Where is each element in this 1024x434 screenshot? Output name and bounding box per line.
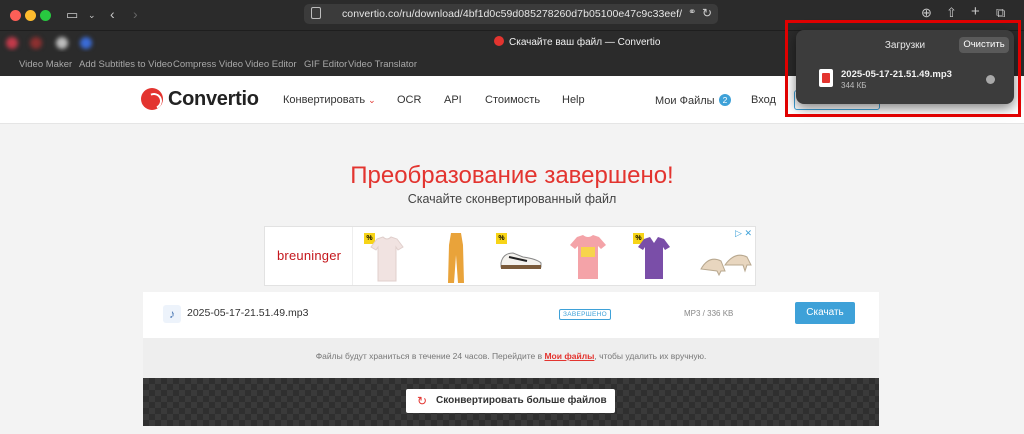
discount-badge: % xyxy=(496,233,507,244)
nav-my-files[interactable]: Мои Файлы 2 xyxy=(655,94,732,107)
heels-product-image[interactable] xyxy=(699,241,753,277)
sneakers-product-image[interactable] xyxy=(499,247,543,271)
convertio-logo-icon[interactable] xyxy=(141,88,163,110)
active-tab[interactable]: Скачайте ваш файл — Convertio xyxy=(494,36,660,48)
share-icon[interactable]: ⇧ xyxy=(946,6,957,20)
pinned-tab[interactable] xyxy=(80,37,92,49)
notice-text-after: , чтобы удалить их вручную. xyxy=(594,351,707,361)
tab-overview-icon[interactable]: ⧉ xyxy=(996,6,1005,20)
ad-banner[interactable]: breuninger ▷ ✕ % % % xyxy=(264,226,756,286)
convert-more-button[interactable]: ↻ Сконвертировать больше файлов xyxy=(406,389,615,413)
nav-link-video-maker[interactable]: Video Maker xyxy=(19,59,72,70)
sidebar-icon[interactable]: ▭ xyxy=(66,8,78,22)
redo-icon: ↻ xyxy=(417,394,428,408)
nav-ocr[interactable]: OCR xyxy=(397,94,421,106)
nav-link-compress-video[interactable]: Compress Video xyxy=(173,59,243,70)
pinned-tab[interactable] xyxy=(6,37,18,49)
new-tab-icon[interactable]: + xyxy=(971,4,980,19)
downloads-icon[interactable]: ⊕ xyxy=(921,6,932,20)
status-badge: ЗАВЕРШЕНО xyxy=(559,309,612,320)
minimize-window-button[interactable] xyxy=(25,10,36,21)
nav-link-video-editor[interactable]: Video Editor xyxy=(245,59,297,70)
nav-link-gif-editor[interactable]: GIF Editor xyxy=(304,59,347,70)
jumpsuit-product-image[interactable] xyxy=(443,231,469,285)
file-format-size: MP3 / 336 KB xyxy=(684,309,734,318)
nav-convert-label: Конвертировать xyxy=(283,94,366,106)
logo[interactable]: Convertio xyxy=(168,88,259,111)
nav-help[interactable]: Help xyxy=(562,94,585,106)
maximize-window-button[interactable] xyxy=(40,10,51,21)
pinned-tab[interactable] xyxy=(56,37,68,49)
nav-login[interactable]: Вход xyxy=(751,94,776,106)
back-icon[interactable]: ‹ xyxy=(110,7,115,21)
nav-convert[interactable]: Конвертировать ⌄ xyxy=(283,94,376,106)
page-settings-icon[interactable] xyxy=(311,7,321,19)
nav-api[interactable]: API xyxy=(444,94,462,106)
convert-more-area: ↻ Сконвертировать больше файлов xyxy=(143,378,879,426)
polo-shirt-product-image[interactable] xyxy=(636,235,672,281)
file-name: 2025-05-17-21.51.49.mp3 xyxy=(187,307,309,319)
nav-link-add-subtitles[interactable]: Add Subtitles to Video xyxy=(79,59,172,70)
convert-more-label: Сконвертировать больше файлов xyxy=(436,395,607,406)
my-files-link[interactable]: Мои файлы xyxy=(544,351,594,361)
page-subtitle: Скачайте сконвертированный файл xyxy=(407,192,617,206)
storage-notice: Файлы будут храниться в течение 24 часов… xyxy=(143,338,879,378)
ad-brand-name: breuninger xyxy=(277,248,342,263)
nav-link-video-translator[interactable]: Video Translator xyxy=(348,59,417,70)
ad-choices-icon[interactable]: ▷ ✕ xyxy=(735,228,752,239)
translate-icon[interactable]: ⚭ xyxy=(688,7,696,18)
close-window-button[interactable] xyxy=(10,10,21,21)
pinned-tab[interactable] xyxy=(30,37,42,49)
my-files-label: Мои Файлы xyxy=(655,95,715,107)
nav-pricing[interactable]: Стоимость xyxy=(485,94,540,106)
page-title: Преобразование завершено! xyxy=(350,162,674,189)
notice-text-before: Файлы будут храниться в течение 24 часов… xyxy=(315,351,545,361)
url-text: convertio.co/ru/download/4bf1d0c59d08527… xyxy=(342,8,683,20)
tab-title: Скачайте ваш файл — Convertio xyxy=(509,37,661,48)
tshirt-product-image[interactable] xyxy=(369,235,405,283)
chevron-down-icon: ⌄ xyxy=(368,95,376,105)
reload-icon[interactable]: ↻ xyxy=(702,6,712,20)
my-files-count-badge: 2 xyxy=(718,94,732,106)
forward-icon[interactable]: › xyxy=(133,7,138,21)
chevron-down-icon[interactable]: ⌄ xyxy=(88,8,96,22)
ad-brand-logo[interactable]: breuninger xyxy=(265,227,353,285)
convertio-favicon-icon xyxy=(494,36,504,46)
music-file-icon: ♪ xyxy=(163,305,181,323)
converted-file-row: ♪ 2025-05-17-21.51.49.mp3 ЗАВЕРШЕНО MP3 … xyxy=(143,292,879,338)
printed-tshirt-product-image[interactable] xyxy=(568,233,608,281)
highlight-annotation xyxy=(785,20,1021,117)
download-button[interactable]: Скачать xyxy=(795,302,855,324)
address-bar[interactable]: convertio.co/ru/download/4bf1d0c59d08527… xyxy=(304,4,718,24)
